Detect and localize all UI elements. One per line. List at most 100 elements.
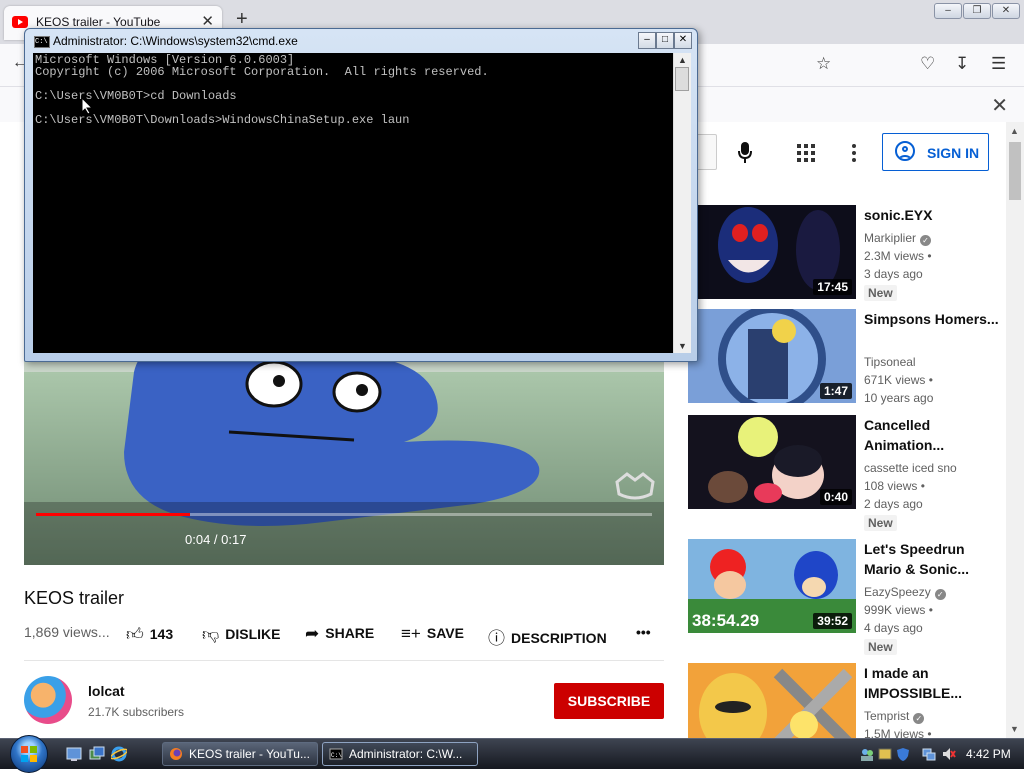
scroll-down-icon[interactable]: ▼ bbox=[678, 341, 687, 351]
recommendation-item[interactable]: 1:47 Simpsons Homers... Tipsoneal 671K v… bbox=[688, 309, 1018, 405]
recommendation-age: 4 days ago bbox=[864, 621, 923, 635]
recommendation-channel: EazySpeezy ✓ bbox=[864, 585, 946, 600]
internet-explorer-icon[interactable] bbox=[111, 746, 127, 762]
recommendation-channel: Markiplier ✓ bbox=[864, 231, 932, 246]
video-thumbnail[interactable] bbox=[688, 663, 856, 738]
channel-name[interactable]: lolcat bbox=[88, 683, 125, 699]
scroll-up-icon[interactable]: ▲ bbox=[678, 55, 687, 65]
duration-badge: 0:40 bbox=[819, 489, 852, 505]
show-desktop-icon[interactable] bbox=[66, 746, 82, 762]
apps-grid-icon[interactable] bbox=[797, 144, 815, 162]
clock[interactable]: 4:42 PM bbox=[966, 747, 1011, 761]
switch-windows-icon[interactable] bbox=[89, 746, 105, 762]
recommendation-item[interactable]: I made an IMPOSSIBLE... Temprist ✓ 1.5M v… bbox=[688, 663, 1018, 738]
more-vertical-icon[interactable] bbox=[852, 144, 856, 165]
cmd-minimize-button[interactable]: – bbox=[638, 32, 656, 49]
menu-hamburger-icon[interactable]: ☰ bbox=[991, 54, 1006, 74]
recommendation-views: 1.5M views • bbox=[864, 727, 932, 738]
cmd-close-button[interactable]: ✕ bbox=[674, 32, 692, 49]
recommendation-item[interactable]: 17:45 sonic.EYX Markiplier ✓ 2.3M views •… bbox=[688, 205, 1018, 301]
channel-avatar[interactable] bbox=[24, 676, 72, 724]
user-circle-icon bbox=[895, 141, 915, 161]
console-line: Copyright (c) 2006 Microsoft Corporation… bbox=[35, 65, 489, 79]
close-window-button[interactable]: ✕ bbox=[992, 3, 1020, 19]
scrollbar-thumb[interactable] bbox=[675, 67, 689, 91]
recommendation-title[interactable]: Cancelled Animation... bbox=[864, 415, 1004, 455]
video-thumbnail[interactable]: 1:47 bbox=[688, 309, 856, 403]
bookmark-star-icon[interactable]: ☆ bbox=[816, 54, 831, 74]
recommendation-item[interactable]: 0:40 Cancelled Animation... cassette ice… bbox=[688, 415, 1018, 531]
taskbar-button-firefox[interactable]: KEOS trailer - YouTu... bbox=[162, 742, 318, 766]
downloads-icon[interactable]: ↧ bbox=[955, 54, 969, 74]
duration-badge: 39:52 bbox=[813, 613, 852, 629]
recommendation-item[interactable]: 38:54.29 39:52 Let's Speedrun Mario & So… bbox=[688, 539, 1018, 655]
tray-shield-icon[interactable] bbox=[896, 747, 910, 761]
video-thumbnail[interactable]: 38:54.29 39:52 bbox=[688, 539, 856, 633]
cmd-icon: C:\ bbox=[34, 36, 50, 48]
progress-bar[interactable] bbox=[36, 513, 652, 516]
recommendation-age: 3 days ago bbox=[864, 267, 923, 281]
sign-in-button[interactable]: SIGN IN bbox=[882, 133, 989, 171]
recommendation-title[interactable]: Let's Speedrun Mario & Sonic... bbox=[864, 539, 1004, 579]
share-button[interactable]: ➦ SHARE bbox=[305, 624, 374, 644]
description-button[interactable]: ⓘ DESCRIPTION bbox=[488, 624, 607, 649]
cmd-window-title: Administrator: C:\Windows\system32\cmd.e… bbox=[53, 34, 298, 48]
cmd-scrollbar[interactable]: ▲ ▼ bbox=[673, 53, 691, 353]
like-button[interactable]: 👍︎ 143 bbox=[126, 624, 173, 645]
recommendation-title[interactable]: I made an IMPOSSIBLE... bbox=[864, 663, 1004, 703]
scroll-up-icon[interactable]: ▲ bbox=[1010, 126, 1019, 136]
taskbar-button-label: KEOS trailer - YouTu... bbox=[189, 747, 310, 761]
duration-badge: 1:47 bbox=[819, 383, 852, 399]
restore-button[interactable]: ❐ bbox=[963, 3, 991, 19]
page-scrollbar[interactable]: ▲ ▼ bbox=[1006, 122, 1024, 738]
minimize-button[interactable]: – bbox=[934, 3, 962, 19]
new-badge: New bbox=[864, 639, 897, 655]
current-time: 0:04 bbox=[185, 532, 211, 547]
tray-app-icon[interactable] bbox=[878, 747, 892, 761]
save-label: SAVE bbox=[426, 625, 464, 641]
tab-title: KEOS trailer - YouTube bbox=[36, 15, 161, 29]
subscribe-button[interactable]: SUBSCRIBE bbox=[554, 683, 664, 719]
recommendation-title[interactable]: Simpsons Homers... bbox=[864, 309, 1004, 329]
more-actions-icon[interactable]: ••• bbox=[636, 624, 651, 640]
recommendation-age: 2 days ago bbox=[864, 497, 923, 511]
cmd-window[interactable]: C:\ Administrator: C:\Windows\system32\c… bbox=[24, 28, 698, 362]
recommendation-title[interactable]: sonic.EYX bbox=[864, 205, 1004, 225]
console-output[interactable]: Microsoft Windows [Version 6.0.6003] Cop… bbox=[33, 53, 673, 353]
dislike-button[interactable]: 👎︎ DISLIKE bbox=[202, 624, 281, 645]
start-button[interactable] bbox=[10, 735, 48, 773]
playlist-add-icon: ≡+ bbox=[401, 624, 421, 643]
video-thumbnail[interactable]: 17:45 bbox=[688, 205, 856, 299]
close-icon[interactable]: ✕ bbox=[991, 93, 1008, 118]
recommendation-channel: Temprist ✓ bbox=[864, 709, 925, 724]
cmd-maximize-button[interactable]: □ bbox=[656, 32, 674, 49]
taskbar-button-label: Administrator: C:\W... bbox=[349, 747, 463, 761]
network-icon[interactable] bbox=[922, 747, 936, 761]
video-thumbnail[interactable]: 0:40 bbox=[688, 415, 856, 509]
verified-icon: ✓ bbox=[934, 589, 946, 600]
volume-muted-icon[interactable] bbox=[942, 747, 956, 761]
new-badge: New bbox=[864, 515, 897, 531]
search-box-edge[interactable] bbox=[698, 134, 717, 170]
taskbar-button-cmd[interactable]: C:\ Administrator: C:\W... bbox=[322, 742, 478, 766]
time-separator: / bbox=[210, 532, 222, 547]
recommendation-views: 108 views • bbox=[864, 479, 925, 493]
youtube-favicon-icon bbox=[12, 16, 28, 28]
thumbs-down-icon: 👎︎ bbox=[202, 625, 220, 644]
new-badge: New bbox=[864, 285, 897, 301]
network-users-icon[interactable] bbox=[860, 747, 874, 761]
microphone-icon[interactable] bbox=[738, 142, 752, 164]
time-display: 0:04 / 0:17 bbox=[185, 532, 246, 547]
scrollbar-thumb[interactable] bbox=[1009, 142, 1021, 200]
console-line: C:\Users\VM0B0T>cd Downloads bbox=[35, 89, 237, 103]
pocket-icon[interactable]: ♡ bbox=[920, 54, 935, 74]
save-button[interactable]: ≡+ SAVE bbox=[401, 624, 464, 644]
recommendation-views: 671K views • bbox=[864, 373, 933, 387]
scroll-down-icon[interactable]: ▼ bbox=[1010, 724, 1019, 734]
view-count[interactable]: 1,869 views... bbox=[24, 624, 110, 640]
verified-icon: ✓ bbox=[920, 235, 932, 246]
info-icon: ⓘ bbox=[488, 629, 505, 648]
recommendation-views: 999K views • bbox=[864, 603, 933, 617]
verified-icon: ✓ bbox=[913, 713, 925, 724]
divider bbox=[24, 660, 664, 661]
